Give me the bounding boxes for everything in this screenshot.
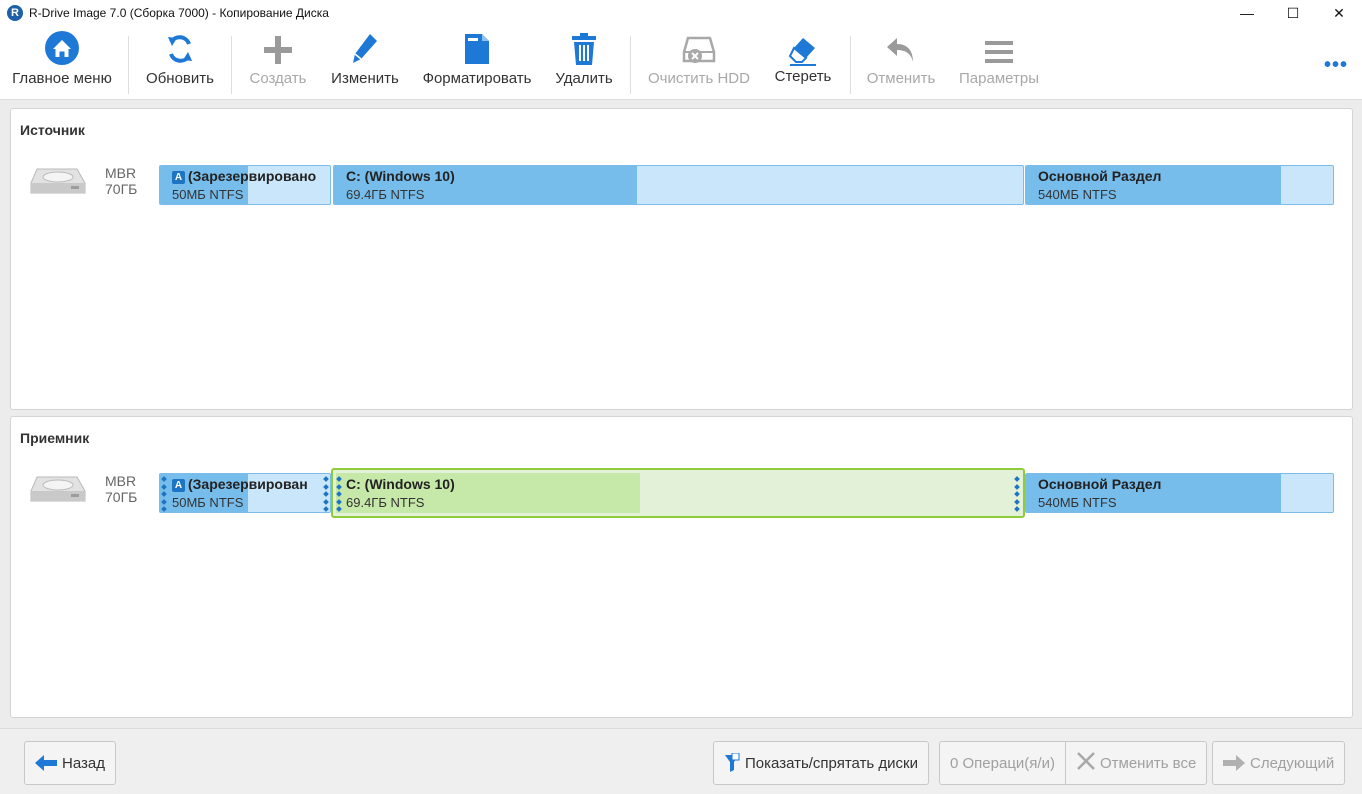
wipe-hdd-button[interactable]: Очистить HDD <box>642 26 756 98</box>
edit-button[interactable]: Изменить <box>326 26 404 98</box>
toolbar-separator <box>850 36 851 94</box>
bottom-bar: Назад Показать/спрятать диски 0 Операци(… <box>0 728 1362 794</box>
partition-size: 540МБ NTFS <box>1038 187 1117 202</box>
partition-size: 50МБ NTFS <box>172 187 244 202</box>
target-title: Приемник <box>20 430 90 446</box>
back-label: Назад <box>62 754 105 772</box>
pencil-icon <box>343 26 387 68</box>
format-label: Форматировать <box>422 70 532 87</box>
show-hide-disks-button[interactable]: Показать/спрятать диски <box>713 741 929 785</box>
main-menu-label: Главное меню <box>12 70 112 87</box>
plus-icon <box>256 26 300 68</box>
partition-name: C: (Windows 10) <box>346 168 455 184</box>
arrow-left-icon <box>35 755 57 771</box>
arrow-right-icon <box>1223 755 1245 771</box>
target-partition-reserved[interactable]: A (Зарезервирован 50МБ NTFS <box>159 473 331 513</box>
source-partition-c[interactable]: C: (Windows 10) 69.4ГБ NTFS <box>333 165 1024 205</box>
resize-handle-right[interactable] <box>323 476 329 512</box>
partition-size: 69.4ГБ NTFS <box>346 495 425 510</box>
toolbar-separator <box>128 36 129 94</box>
resize-handle-left[interactable] <box>336 476 342 512</box>
next-button[interactable]: Следующий <box>1212 741 1346 785</box>
operations-count-button[interactable]: 0 Операци(я/и) <box>940 742 1065 784</box>
partition-name-text: (Зарезервирован <box>188 476 308 492</box>
home-icon <box>40 26 84 68</box>
partition-name: A (Зарезервировано <box>172 168 316 184</box>
partition-size: 50МБ NTFS <box>172 495 244 510</box>
source-disk-info: MBR 70ГБ <box>105 165 137 197</box>
target-disk-type: MBR <box>105 473 137 489</box>
maximize-button[interactable]: ☐ <box>1270 0 1316 26</box>
partition-name: C: (Windows 10) <box>346 476 455 492</box>
more-options-icon[interactable]: ••• <box>1324 54 1348 77</box>
partition-name-text: (Зарезервировано <box>188 168 317 184</box>
source-title: Источник <box>20 122 85 138</box>
partition-name: Основной Раздел <box>1038 476 1162 492</box>
system-letter-badge-icon: A <box>172 171 185 184</box>
undo-button[interactable]: Отменить <box>862 26 940 98</box>
x-icon <box>1076 751 1096 775</box>
cancel-all-label: Отменить все <box>1099 754 1197 772</box>
toolbar: Главное меню Обновить Создать Изменить Ф… <box>0 26 1362 100</box>
cancel-all-button[interactable]: Отменить все <box>1064 742 1206 784</box>
target-partition-main[interactable]: Основной Раздел 540МБ NTFS <box>1025 473 1334 513</box>
parameters-label: Параметры <box>959 70 1039 87</box>
system-letter-badge-icon: A <box>172 479 185 492</box>
target-partition-c-selected[interactable]: C: (Windows 10) 69.4ГБ NTFS <box>331 468 1025 518</box>
window-title: R-Drive Image 7.0 (Сборка 7000) - Копиро… <box>29 6 329 20</box>
target-disk-size: 70ГБ <box>105 489 138 505</box>
window-controls: — ☐ ✕ <box>1224 0 1362 26</box>
close-button[interactable]: ✕ <box>1316 0 1362 26</box>
partition-size: 540МБ NTFS <box>1038 495 1117 510</box>
refresh-icon <box>158 26 202 68</box>
app-logo-icon: R <box>7 5 23 21</box>
partition-name: A (Зарезервирован <box>172 476 308 492</box>
undo-label: Отменить <box>866 70 936 87</box>
source-partition-reserved[interactable]: A (Зарезервировано 50МБ NTFS <box>159 165 331 205</box>
hard-disk-icon <box>29 165 87 201</box>
create-button[interactable]: Создать <box>242 26 314 98</box>
target-disk-info: MBR 70ГБ <box>105 473 137 505</box>
title-bar: R R-Drive Image 7.0 (Сборка 7000) - Копи… <box>0 0 1362 26</box>
minimize-button[interactable]: — <box>1224 0 1270 26</box>
next-label: Следующий <box>1250 754 1335 772</box>
partition-size: 69.4ГБ NTFS <box>346 187 425 202</box>
show-hide-disks-label: Показать/спрятать диски <box>745 754 918 772</box>
source-disk-size: 70ГБ <box>105 181 138 197</box>
filter-funnel-icon <box>724 753 740 773</box>
delete-label: Удалить <box>555 70 613 87</box>
back-button[interactable]: Назад <box>24 741 116 785</box>
erase-label: Стереть <box>774 68 832 85</box>
hard-disk-icon <box>29 473 87 509</box>
format-button[interactable]: Форматировать <box>418 26 536 98</box>
delete-button[interactable]: Удалить <box>548 26 620 98</box>
toolbar-separator <box>630 36 631 94</box>
wipe-hdd-label: Очистить HDD <box>648 70 750 87</box>
hdd-x-icon <box>677 26 721 68</box>
edit-label: Изменить <box>331 70 399 87</box>
refresh-label: Обновить <box>146 70 214 87</box>
source-partition-main[interactable]: Основной Раздел 540МБ NTFS <box>1025 165 1334 205</box>
eraser-icon <box>781 26 825 68</box>
source-panel: Источник MBR 70ГБ A (Зарезервировано 50МБ… <box>10 108 1353 410</box>
toolbar-separator <box>231 36 232 94</box>
erase-button[interactable]: Стереть <box>768 26 838 98</box>
format-fs-icon <box>455 26 499 68</box>
parameters-button[interactable]: Параметры <box>954 26 1044 98</box>
undo-arrow-icon <box>879 26 923 68</box>
menu-lines-icon <box>977 26 1021 68</box>
trash-icon <box>562 26 606 68</box>
target-panel: Приемник MBR 70ГБ A (Зарезервирован 50МБ … <box>10 416 1353 718</box>
create-label: Создать <box>249 70 307 87</box>
source-disk-type: MBR <box>105 165 137 181</box>
resize-handle-left[interactable] <box>161 476 167 512</box>
resize-handle-right[interactable] <box>1014 476 1020 512</box>
refresh-button[interactable]: Обновить <box>140 26 220 98</box>
partition-name: Основной Раздел <box>1038 168 1162 184</box>
main-menu-button[interactable]: Главное меню <box>8 26 116 98</box>
operations-group: 0 Операци(я/и) Отменить все <box>939 741 1208 785</box>
